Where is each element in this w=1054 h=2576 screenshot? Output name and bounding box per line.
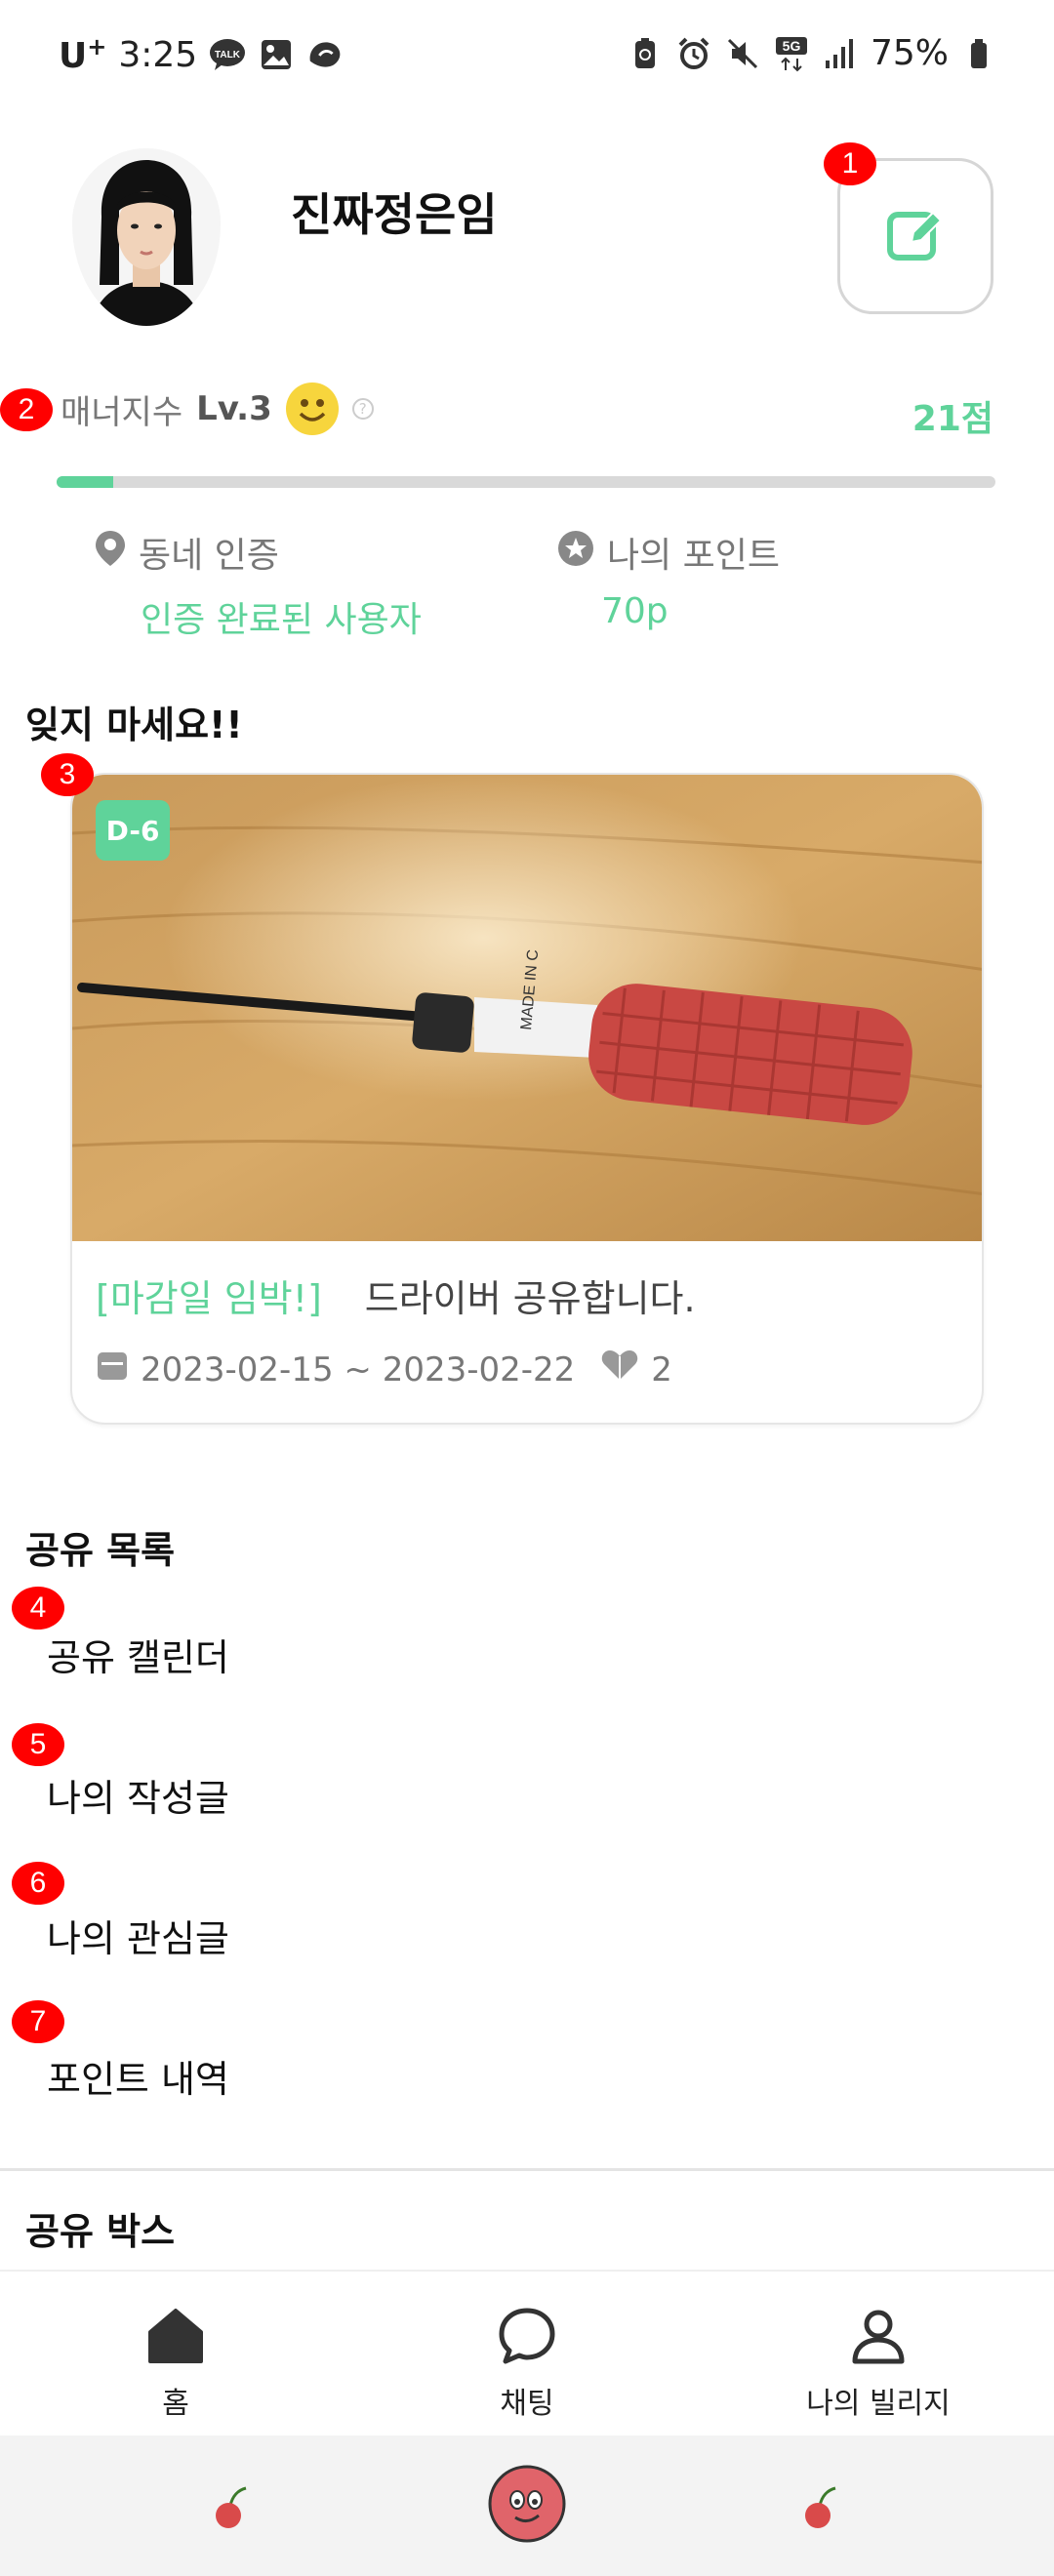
- battery-saver-icon: [627, 35, 664, 72]
- points-value: 70p: [601, 591, 669, 631]
- manner-level: Lv.3: [196, 389, 272, 428]
- calendar-icon: [96, 1348, 129, 1390]
- status-bar: U+ 3:25 TALK 5G 75%: [0, 0, 1054, 115]
- heart-icon: [600, 1348, 639, 1390]
- nav-my-village[interactable]: 나의 빌리지: [761, 2305, 995, 2422]
- system-navigation-bar: [0, 2435, 1054, 2576]
- manner-progress-fill: [57, 476, 113, 488]
- menu-my-posts[interactable]: 나의 작성글: [47, 1768, 229, 1822]
- status-left: U+ 3:25 TALK: [59, 33, 344, 76]
- talk-notification-icon: TALK: [209, 36, 246, 73]
- neighborhood-value: 인증 완료된 사용자: [141, 600, 422, 640]
- pencil-edit-icon: [884, 203, 947, 269]
- annotation-badge-4: 4: [12, 1587, 64, 1630]
- post-date-range: 2023-02-15 ~ 2023-02-22: [141, 1349, 576, 1389]
- star-badge-icon: [556, 529, 595, 577]
- signal-icon: [822, 35, 859, 72]
- location-pin-icon: [94, 529, 127, 577]
- manner-row: 매너지수 Lv.3 ?: [61, 382, 374, 435]
- home-icon: [144, 2305, 207, 2367]
- neighborhood-title: 동네 인증: [139, 536, 279, 576]
- nav-chat-label: 채팅: [500, 2387, 554, 2421]
- status-right: 5G 75%: [627, 33, 997, 73]
- clock: 3:25: [118, 34, 198, 75]
- person-icon: [847, 2305, 910, 2367]
- post-photo: MADE IN C: [72, 775, 982, 1241]
- annotation-badge-2: 2: [0, 388, 53, 431]
- dday-badge: D-6: [96, 800, 170, 861]
- post-title: 드라이버 공유합니다.: [364, 1277, 696, 1320]
- nav-home[interactable]: 홈: [59, 2305, 293, 2422]
- profile-nickname: 진짜정은임: [291, 188, 498, 241]
- deadline-tag: [마감일 임박!]: [96, 1277, 322, 1320]
- smile-icon: [285, 382, 339, 435]
- help-icon[interactable]: ?: [351, 398, 374, 420]
- mute-icon: [724, 35, 761, 72]
- nav-home-label: 홈: [162, 2387, 189, 2421]
- post-title-row: [마감일 임박!] 드라이버 공유합니다.: [96, 1268, 696, 1322]
- menu-point-history[interactable]: 포인트 내역: [47, 2049, 229, 2103]
- svg-text:TALK: TALK: [215, 50, 241, 60]
- reminder-post-card[interactable]: MADE IN C D-6 [마감일 임박!] 드라이버 공유합니다. 2023…: [70, 773, 984, 1425]
- annotation-badge-7: 7: [12, 2000, 64, 2043]
- manner-progress-bar: [57, 476, 995, 488]
- menu-my-favorites[interactable]: 나의 관심글: [47, 1909, 229, 1962]
- profile-avatar[interactable]: [72, 148, 221, 326]
- carrier-label: U+: [59, 33, 107, 76]
- nav-chat[interactable]: 채팅: [410, 2305, 644, 2422]
- svg-text:5G: 5G: [783, 38, 801, 54]
- menu-share-calendar[interactable]: 공유 캘린더: [47, 1628, 229, 1681]
- chat-icon: [496, 2305, 558, 2367]
- bottom-navigation: 홈 채팅 나의 빌리지: [0, 2270, 1054, 2435]
- nav-my-village-label: 나의 빌리지: [806, 2387, 951, 2421]
- annotation-badge-6: 6: [12, 1862, 64, 1905]
- post-meta: 2023-02-15 ~ 2023-02-22 2: [96, 1348, 672, 1390]
- battery-percent: 75%: [870, 33, 949, 73]
- annotation-badge-3: 3: [41, 753, 94, 796]
- annotation-badge-1: 1: [824, 142, 876, 185]
- share-box-section-title: 공유 박스: [25, 2210, 176, 2253]
- reminder-section-title: 잊지 마세요!!: [25, 704, 243, 746]
- manner-label: 매너지수: [61, 392, 183, 432]
- gallery-notification-icon: [258, 36, 295, 73]
- battery-icon: [960, 35, 997, 72]
- app-notification-icon: [306, 36, 344, 73]
- 5g-icon: 5G: [773, 35, 810, 72]
- manner-score: 21점: [912, 399, 993, 439]
- neighborhood-info[interactable]: 동네 인증 인증 완료된 사용자: [94, 527, 422, 642]
- annotation-badge-5: 5: [12, 1723, 64, 1766]
- cherry-left-icon[interactable]: [207, 2484, 254, 2535]
- alarm-icon: [675, 35, 712, 72]
- points-title: 나의 포인트: [607, 536, 781, 576]
- points-info[interactable]: 나의 포인트 70p: [556, 527, 780, 631]
- likes-count: 2: [651, 1349, 672, 1389]
- cherry-right-icon[interactable]: [796, 2484, 843, 2535]
- cherry-center-icon[interactable]: [486, 2463, 568, 2549]
- section-divider: [0, 2168, 1054, 2171]
- share-list-section-title: 공유 목록: [25, 1529, 176, 1572]
